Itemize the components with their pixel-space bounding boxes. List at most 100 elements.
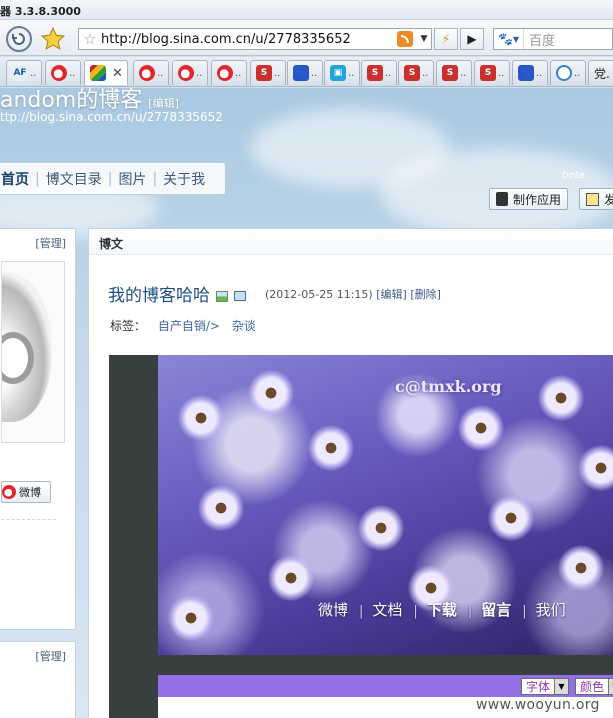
- weibo-icon: [217, 65, 233, 81]
- tab-strip: AF.. .. ✕ .. .. .. S.. 🐾.. ▣.. S.. S.. S…: [0, 57, 613, 87]
- chevron-down-icon[interactable]: ▼: [417, 34, 431, 44]
- weibo-icon: [2, 485, 16, 499]
- delete-post-link[interactable]: [删除]: [410, 288, 441, 301]
- lightning-icon[interactable]: ⚡: [434, 28, 458, 50]
- tab-3-active[interactable]: ✕: [84, 60, 128, 85]
- post-meta: (2012-05-25 11:15) [编辑] [删除]: [265, 286, 441, 302]
- image-menu: 微博 | 文档 | 下载 | 留言 | 我们: [318, 601, 566, 619]
- tab-13[interactable]: S..: [474, 60, 510, 85]
- back-button[interactable]: [6, 26, 32, 52]
- make-app-button[interactable]: 制作应用: [489, 188, 569, 210]
- sina-icon: S: [442, 65, 458, 81]
- search-input[interactable]: 百度: [524, 30, 555, 49]
- tab-2[interactable]: ..: [45, 60, 81, 85]
- color-select[interactable]: 颜色▼: [574, 677, 613, 695]
- image-menu-message[interactable]: 留言: [481, 601, 511, 619]
- window-titlebar: 器 3.3.8.3000: [0, 0, 613, 20]
- go-play-icon[interactable]: ▶: [460, 28, 484, 50]
- chevron-down-icon[interactable]: ▼: [608, 678, 613, 694]
- profile-panel: [管理] 微博: [0, 228, 76, 630]
- tab-11[interactable]: S..: [398, 60, 434, 85]
- sina-icon: S: [404, 65, 420, 81]
- sidebar-module: [管理]: [0, 641, 76, 718]
- tab-12[interactable]: S..: [436, 60, 472, 85]
- nav-about-me[interactable]: 关于我: [163, 169, 205, 189]
- back-arrow-icon: [12, 33, 25, 45]
- tab-14[interactable]: 🐾..: [512, 60, 548, 85]
- favorites-button[interactable]: [40, 26, 66, 52]
- publish-button[interactable]: 发: [579, 188, 613, 210]
- site-watermark: www.wooyun.org: [476, 697, 600, 713]
- article-panel-header: 博文: [89, 229, 613, 255]
- blog-url[interactable]: ttp://blog.sina.com.cn/u/2778335652: [0, 110, 223, 124]
- image-menu-download[interactable]: 下载: [427, 601, 457, 619]
- nav-pictures[interactable]: 图片: [118, 169, 146, 189]
- close-icon[interactable]: ✕: [112, 66, 123, 81]
- tab-9[interactable]: ▣..: [324, 60, 360, 85]
- picture-icon: [216, 290, 228, 302]
- post-tags: 标签： 自产自销/> 杂谈: [110, 317, 256, 334]
- chevron-down-icon[interactable]: ▼: [553, 678, 568, 694]
- address-input[interactable]: http://blog.sina.com.cn/u/2778335652: [101, 32, 397, 47]
- divider: [1, 519, 56, 520]
- g-icon: [556, 65, 572, 81]
- rss-icon[interactable]: [397, 31, 413, 47]
- phone-icon: [496, 192, 508, 206]
- daisy-flower-image: c@tmxk.org 微博 | 文档 | 下载 | 留言 | 我们: [158, 355, 613, 655]
- post-title[interactable]: 我的博客哈哈: [108, 281, 246, 306]
- article-panel: 博文 我的博客哈哈 (2012-05-25 11:15) [编辑] [删除] 标…: [88, 228, 613, 718]
- tab-7[interactable]: S..: [250, 60, 286, 85]
- tab-4[interactable]: ..: [133, 60, 169, 85]
- star-icon: [40, 26, 66, 50]
- image-menu-weibo[interactable]: 微博: [318, 601, 348, 619]
- post-date: (2012-05-25 11:15): [265, 288, 373, 301]
- window-title: 器 3.3.8.3000: [0, 5, 81, 18]
- search-box[interactable]: 🐾▾ 百度: [493, 28, 613, 50]
- image-watermark: c@tmxk.org: [395, 377, 502, 396]
- tab-16[interactable]: 党.: [588, 60, 613, 85]
- colorful-icon: [90, 65, 106, 81]
- tab-1[interactable]: AF..: [6, 60, 42, 85]
- tab-8[interactable]: 🐾..: [287, 60, 323, 85]
- post-body: c@tmxk.org 微博|文档|下载|留言|我们 字体▼ 颜色▼: [109, 355, 613, 718]
- editor-toolbar: 字体▼ 颜色▼: [158, 675, 613, 697]
- bookmark-star-icon[interactable]: ☆: [79, 30, 101, 48]
- tag-link[interactable]: 杂谈: [232, 319, 256, 333]
- manage-link-2[interactable]: [管理]: [35, 648, 66, 664]
- weibo-icon: [139, 65, 155, 81]
- edit-title-link[interactable]: [编辑]: [148, 97, 179, 110]
- sina-icon: S: [367, 65, 383, 81]
- sina-icon: S: [480, 65, 496, 81]
- baidu-paw-icon: 🐾: [518, 65, 534, 81]
- video-icon: [234, 291, 246, 301]
- edit-post-link[interactable]: [编辑]: [376, 288, 407, 301]
- af-icon: AF: [12, 65, 28, 81]
- tab-15[interactable]: ..: [550, 60, 586, 85]
- tab-6[interactable]: ..: [211, 60, 247, 85]
- image-menu-us[interactable]: 我们: [536, 601, 566, 619]
- edit-pen-icon: [586, 192, 599, 206]
- nav-home[interactable]: 首页: [1, 169, 29, 189]
- sina-icon: S: [256, 65, 272, 81]
- weibo-icon: [178, 65, 194, 81]
- tab-5[interactable]: ..: [172, 60, 208, 85]
- beta-label: beta: [562, 170, 585, 181]
- navigation-toolbar: ☆ http://blog.sina.com.cn/u/2778335652 ▼…: [0, 20, 613, 56]
- baidu-paw-icon: 🐾: [293, 65, 309, 81]
- baidu-paw-icon[interactable]: 🐾▾: [494, 29, 524, 49]
- address-bar[interactable]: ☆ http://blog.sina.com.cn/u/2778335652 ▼: [78, 28, 432, 50]
- tab-10[interactable]: S..: [361, 60, 397, 85]
- blog-nav: 首页 | 博文目录 | 图片 | 关于我: [0, 162, 226, 195]
- flame-avatar-image: [2, 272, 52, 422]
- nav-article-list[interactable]: 博文目录: [46, 169, 102, 189]
- tags-label: 标签：: [110, 319, 147, 333]
- weibo-icon: [51, 65, 67, 81]
- tag-link[interactable]: 自产自销/>: [158, 319, 220, 333]
- avatar[interactable]: [1, 261, 65, 443]
- font-select[interactable]: 字体 ▼: [520, 677, 569, 695]
- cyan-icon: ▣: [330, 65, 346, 81]
- manage-link[interactable]: [管理]: [35, 235, 66, 251]
- weibo-button[interactable]: 微博: [1, 481, 51, 503]
- image-menu-docs[interactable]: 文档: [372, 601, 402, 619]
- blog-page: andom的博客 [编辑] ttp://blog.sina.com.cn/u/27…: [0, 88, 613, 718]
